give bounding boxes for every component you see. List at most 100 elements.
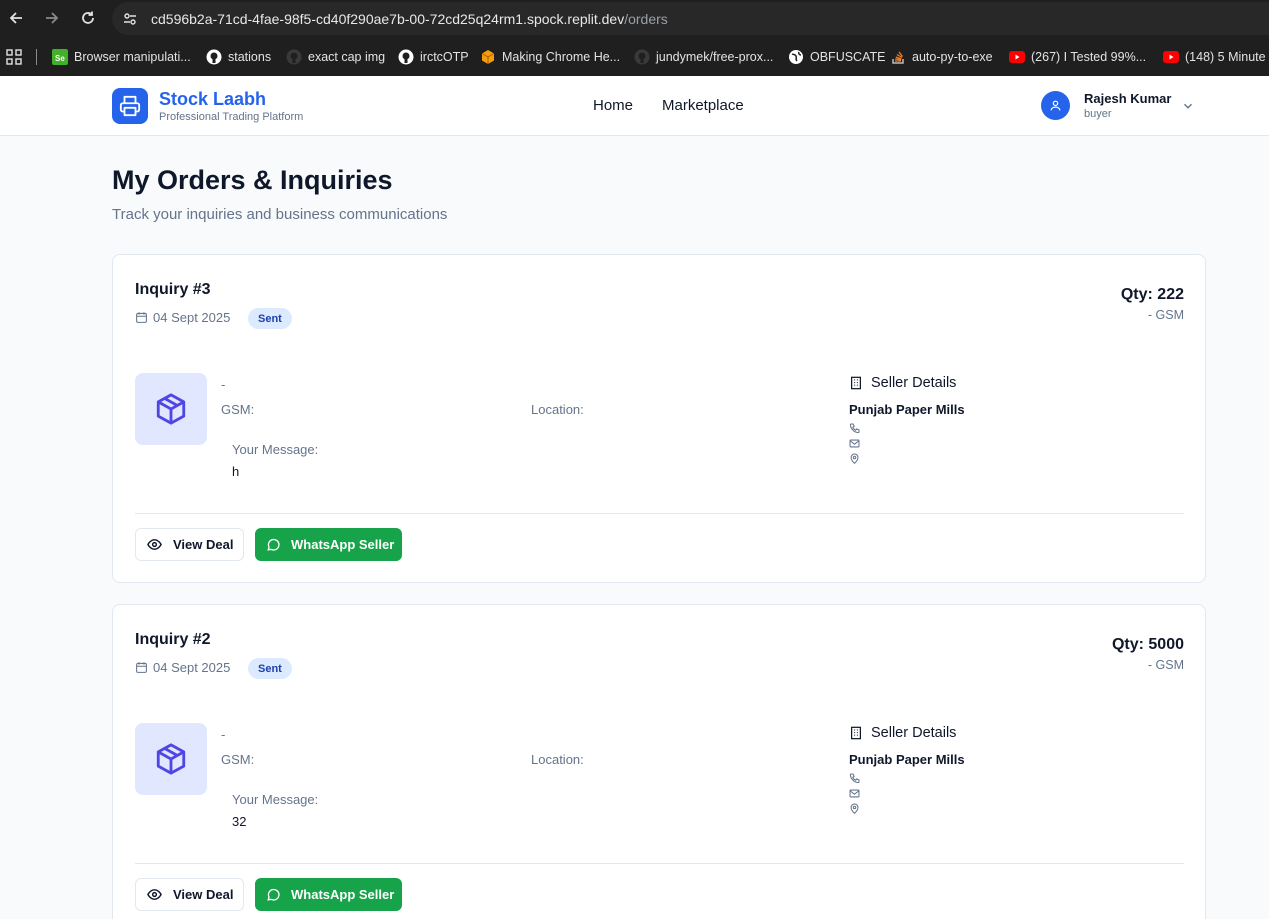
chevron-down-icon[interactable] — [1181, 99, 1195, 113]
page-title: My Orders & Inquiries — [112, 165, 393, 195]
bookmark-item[interactable]: (267) I Tested 99%... — [1009, 48, 1146, 66]
nav-marketplace[interactable]: Marketplace — [662, 97, 744, 114]
seller-details-heading: Seller Details — [849, 725, 956, 741]
whatsapp-seller-label: WhatsApp Seller — [291, 887, 395, 902]
bookmark-label: Making Chrome He... — [502, 50, 621, 64]
inquiry-qty-unit: - GSM — [1147, 658, 1184, 672]
url-host: cd596b2a-71cd-4fae-98f5-cd40f290ae7b-00-… — [151, 11, 625, 27]
reload-button[interactable] — [77, 7, 99, 29]
page-subtitle: Track your inquiries and business commun… — [112, 206, 448, 223]
building-icon — [851, 376, 861, 390]
site-settings-icon[interactable] — [122, 11, 138, 27]
logo[interactable] — [112, 88, 148, 124]
phone-icon — [849, 423, 860, 434]
bookmark-label: (148) 5 Minute S — [1185, 50, 1269, 64]
bookmark-item[interactable]: OBFUSCATE — [788, 48, 885, 66]
bookmark-label: stations — [228, 50, 272, 64]
message-label: Your Message: — [232, 442, 319, 457]
bookmark-item[interactable]: irctcOTP — [398, 48, 469, 66]
arrow-right-icon — [46, 12, 59, 24]
avatar[interactable] — [1041, 91, 1070, 120]
card-divider — [135, 863, 1184, 864]
globe-icon — [788, 49, 804, 65]
bookmark-item[interactable]: auto-py-to-exe — [890, 48, 993, 66]
nav-home[interactable]: Home — [593, 97, 633, 114]
youtube-icon — [1009, 49, 1025, 65]
mail-icon — [849, 789, 860, 798]
message-text: 32 — [232, 814, 247, 829]
address-bar[interactable]: cd596b2a-71cd-4fae-98f5-cd40f290ae7b-00-… — [112, 2, 1269, 35]
inquiry-date: 04 Sept 2025 — [135, 660, 230, 675]
stackoverflow-icon — [890, 49, 906, 65]
eye-icon — [147, 889, 162, 900]
bookmark-item[interactable]: jundymek/free-prox... — [634, 48, 773, 66]
bookmark-item[interactable]: Se Browser manipulati... — [52, 48, 191, 66]
message-circle-icon — [267, 888, 280, 901]
bookmark-item[interactable]: Making Chrome He... — [480, 48, 620, 66]
arrow-left-icon — [9, 12, 22, 24]
status-badge: Sent — [248, 308, 292, 329]
view-deal-label: View Deal — [173, 887, 234, 902]
whatsapp-seller-button[interactable]: WhatsApp Seller — [255, 878, 402, 911]
location-label: Location: — [531, 402, 584, 417]
message-label: Your Message: — [232, 792, 319, 807]
bookmark-item[interactable]: exact cap img — [286, 48, 385, 66]
product-name: - — [221, 727, 226, 742]
inquiry-date-text: 04 Sept 2025 — [153, 660, 231, 675]
reload-icon — [82, 11, 94, 24]
view-deal-label: View Deal — [173, 537, 234, 552]
inquiry-qty: Qty: 222 — [1120, 286, 1184, 303]
app-header: Stock Laabh Professional Trading Platfor… — [0, 76, 1269, 136]
printer-icon — [119, 95, 141, 117]
bookmark-label: Browser manipulati... — [74, 50, 191, 64]
package-icon — [156, 743, 186, 775]
card-divider — [135, 513, 1184, 514]
whatsapp-seller-button[interactable]: WhatsApp Seller — [255, 528, 402, 561]
brand-subtitle: Professional Trading Platform — [159, 111, 304, 123]
apps-grid-icon — [6, 49, 22, 65]
phone-icon — [849, 773, 860, 784]
bookmark-item[interactable]: (148) 5 Minute S — [1163, 48, 1269, 66]
youtube-icon — [1163, 49, 1179, 65]
brand-title[interactable]: Stock Laabh — [159, 89, 266, 110]
inquiry-card: Inquiry #3 04 Sept 2025 Sent Qty: 222 - … — [112, 254, 1206, 583]
bookmark-label: irctcOTP — [420, 50, 469, 64]
selenium-icon: Se — [52, 49, 68, 65]
github-dark-icon — [286, 49, 302, 65]
bookmark-label: auto-py-to-exe — [912, 50, 993, 64]
seller-name: Punjab Paper Mills — [849, 402, 965, 417]
url-text: cd596b2a-71cd-4fae-98f5-cd40f290ae7b-00-… — [151, 11, 668, 27]
package-icon — [156, 393, 186, 425]
product-thumbnail — [135, 723, 207, 795]
back-button[interactable] — [5, 7, 27, 29]
product-name: - — [221, 377, 226, 392]
user-name[interactable]: Rajesh Kumar — [1084, 91, 1171, 106]
user-icon — [1050, 100, 1061, 111]
map-pin-icon — [850, 453, 859, 464]
seller-heading-text: Seller Details — [871, 375, 957, 391]
user-role: buyer — [1084, 108, 1112, 120]
bookmarks-separator — [36, 49, 37, 65]
bookmark-item[interactable]: stations — [206, 48, 271, 66]
building-icon — [851, 726, 861, 740]
apps-button[interactable] — [6, 48, 22, 66]
inquiry-card: Inquiry #2 04 Sept 2025 Sent Qty: 5000 -… — [112, 604, 1206, 919]
url-path: /orders — [624, 11, 668, 27]
seller-name: Punjab Paper Mills — [849, 752, 965, 767]
view-deal-button[interactable]: View Deal — [135, 528, 244, 561]
inquiry-qty: Qty: 5000 — [1111, 636, 1184, 653]
gsm-label: GSM: — [221, 402, 255, 417]
bookmark-label: exact cap img — [308, 50, 386, 64]
forward-button[interactable] — [41, 7, 63, 29]
inquiry-date: 04 Sept 2025 — [135, 310, 230, 325]
inquiry-qty-unit: - GSM — [1147, 308, 1184, 322]
eye-icon — [147, 539, 162, 550]
calendar-icon — [136, 662, 147, 673]
view-deal-button[interactable]: View Deal — [135, 878, 244, 911]
github-dark-icon — [634, 49, 650, 65]
bookmarks-bar: Se Browser manipulati... stations exact … — [0, 37, 1269, 76]
inquiry-title: Inquiry #3 — [135, 281, 211, 298]
product-thumbnail — [135, 373, 207, 445]
browser-toolbar: cd596b2a-71cd-4fae-98f5-cd40f290ae7b-00-… — [0, 0, 1269, 37]
inquiry-date-text: 04 Sept 2025 — [153, 310, 231, 325]
